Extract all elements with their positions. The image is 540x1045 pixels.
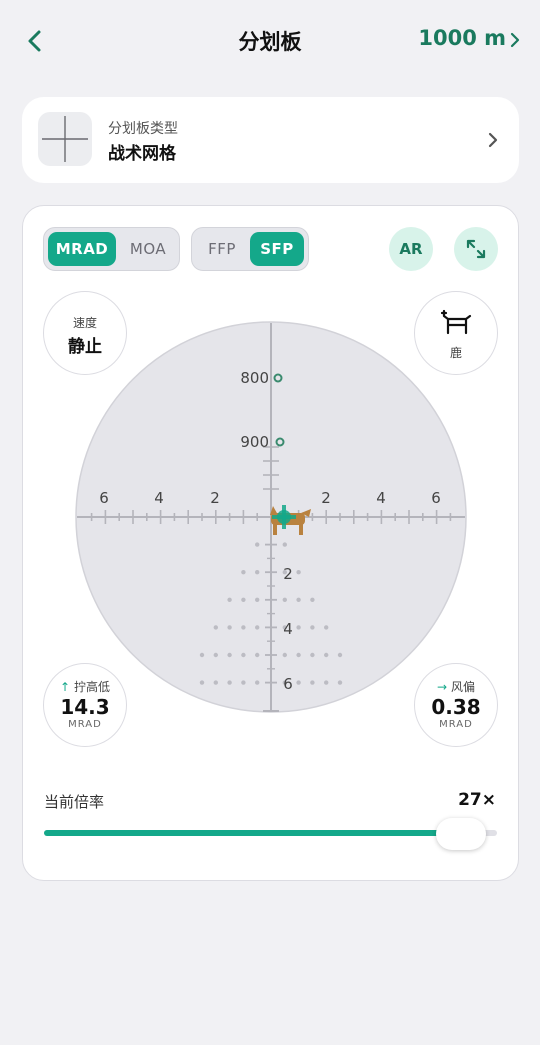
unit-selector: MRAD MOA	[43, 227, 180, 271]
range-button[interactable]: 1000 m	[418, 26, 506, 50]
zoom-label: 当前倍率	[44, 793, 105, 811]
arrow-right-icon: →	[437, 680, 448, 694]
unit-mrad-button[interactable]: MRAD	[48, 232, 116, 266]
elevation-label: 拧高低	[73, 680, 110, 694]
ar-label: AR	[399, 240, 423, 258]
chevron-right-icon	[488, 132, 498, 148]
unit-moa-button[interactable]: MOA	[120, 232, 176, 266]
wind-hold-dot	[282, 652, 287, 658]
wind-hold-dot	[324, 652, 329, 658]
expand-button[interactable]	[454, 227, 498, 271]
windage-label: 风偏	[450, 680, 475, 694]
wind-hold-dot	[213, 680, 218, 685]
ar-button[interactable]: AR	[389, 227, 433, 271]
wind-hold-dot	[255, 570, 260, 575]
wind-hold-dot	[199, 652, 205, 658]
wind-hold-dot	[227, 597, 232, 602]
v-label-6: 6	[283, 675, 293, 693]
wind-hold-dot	[213, 625, 218, 630]
wind-hold-dot	[310, 680, 315, 685]
wind-hold-dot	[282, 597, 287, 602]
speed-bubble[interactable]: 速度 静止	[43, 291, 127, 375]
ffp-button[interactable]: FFP	[196, 232, 248, 266]
wind-hold-dot	[282, 542, 287, 547]
wind-hold-dot	[255, 597, 260, 602]
wind-hold-dot	[324, 680, 329, 685]
reticle-type-label: 分划板类型	[108, 121, 178, 137]
reticle-thumbnail	[38, 112, 92, 166]
elevation-value: 14.3	[60, 695, 110, 719]
focal-plane-selector: FFP SFP	[191, 227, 309, 271]
h-label-left-2: 2	[210, 489, 220, 507]
wind-hold-dot	[296, 652, 301, 658]
wind-hold-dot	[310, 652, 315, 658]
speed-value: 静止	[68, 337, 102, 357]
zoom-slider-thumb[interactable]	[435, 818, 486, 850]
wind-hold-dot	[241, 570, 246, 575]
reticle-view[interactable]: 800 900 6 4 2 2 4 6 2 4 6	[75, 321, 467, 713]
target-label: 鹿	[449, 346, 462, 360]
chevron-right-icon[interactable]	[508, 30, 522, 50]
wind-hold-dot	[241, 652, 246, 658]
wind-hold-dot	[310, 597, 315, 602]
wind-hold-dot	[255, 625, 260, 630]
elevation-unit: MRAD	[68, 719, 102, 730]
h-label-left-6: 6	[99, 489, 109, 507]
v-label-2: 2	[283, 565, 293, 583]
h-label-left-4: 4	[154, 489, 164, 507]
elevation-bubble[interactable]: ↑ 拧高低 14.3 MRAD	[43, 663, 127, 747]
wind-hold-dot	[255, 680, 260, 685]
deer-icon	[440, 309, 472, 335]
expand-icon	[466, 239, 486, 259]
nav-bar: 分划板 1000 m	[0, 0, 540, 80]
reticle-type-value: 战术网格	[108, 144, 176, 164]
wind-hold-dot	[337, 680, 343, 685]
h-label-right-6: 6	[431, 489, 441, 507]
wind-hold-dot	[255, 652, 260, 658]
speed-label: 速度	[72, 316, 97, 330]
wind-hold-dot	[324, 625, 329, 630]
windage-value: 0.38	[431, 695, 481, 719]
wind-hold-dot	[296, 680, 301, 685]
wind-hold-dot	[337, 652, 343, 658]
range-mark-label-800: 800	[240, 369, 269, 387]
arrow-up-icon: ↑	[60, 680, 71, 694]
reticle-type-card[interactable]: 分划板类型 战术网格	[22, 97, 519, 183]
windage-header: → 风偏	[415, 678, 497, 695]
wind-hold-dot	[296, 570, 301, 575]
range-mark-label-900: 900	[240, 433, 269, 451]
zoom-slider-track[interactable]	[44, 830, 497, 836]
wind-hold-dot	[199, 680, 205, 685]
wind-hold-dot	[241, 597, 246, 602]
crosshair-icon	[42, 116, 88, 162]
windage-unit: MRAD	[439, 719, 473, 730]
wind-hold-dot	[227, 625, 232, 630]
wind-hold-dot	[227, 652, 232, 658]
h-label-right-2: 2	[321, 489, 331, 507]
windage-bubble[interactable]: → 风偏 0.38 MRAD	[414, 663, 498, 747]
h-label-right-4: 4	[376, 489, 386, 507]
target-bubble[interactable]: 鹿	[414, 291, 498, 375]
wind-hold-dot	[296, 597, 301, 602]
zoom-value: 27×	[458, 790, 496, 810]
wind-hold-dot	[310, 625, 315, 630]
wind-hold-dot	[296, 625, 301, 630]
wind-hold-dot	[213, 652, 218, 658]
zoom-slider-fill	[44, 830, 461, 836]
v-label-4: 4	[283, 620, 293, 638]
wind-hold-dot	[255, 542, 260, 547]
sfp-button[interactable]: SFP	[250, 232, 304, 266]
wind-hold-dot	[227, 680, 232, 685]
elevation-header: ↑ 拧高低	[44, 678, 126, 695]
wind-hold-dot	[241, 625, 246, 630]
reticle-card: MRAD MOA FFP SFP AR 800 900 6 4 2 2 4 6 …	[22, 205, 519, 881]
wind-hold-dot	[241, 680, 246, 685]
